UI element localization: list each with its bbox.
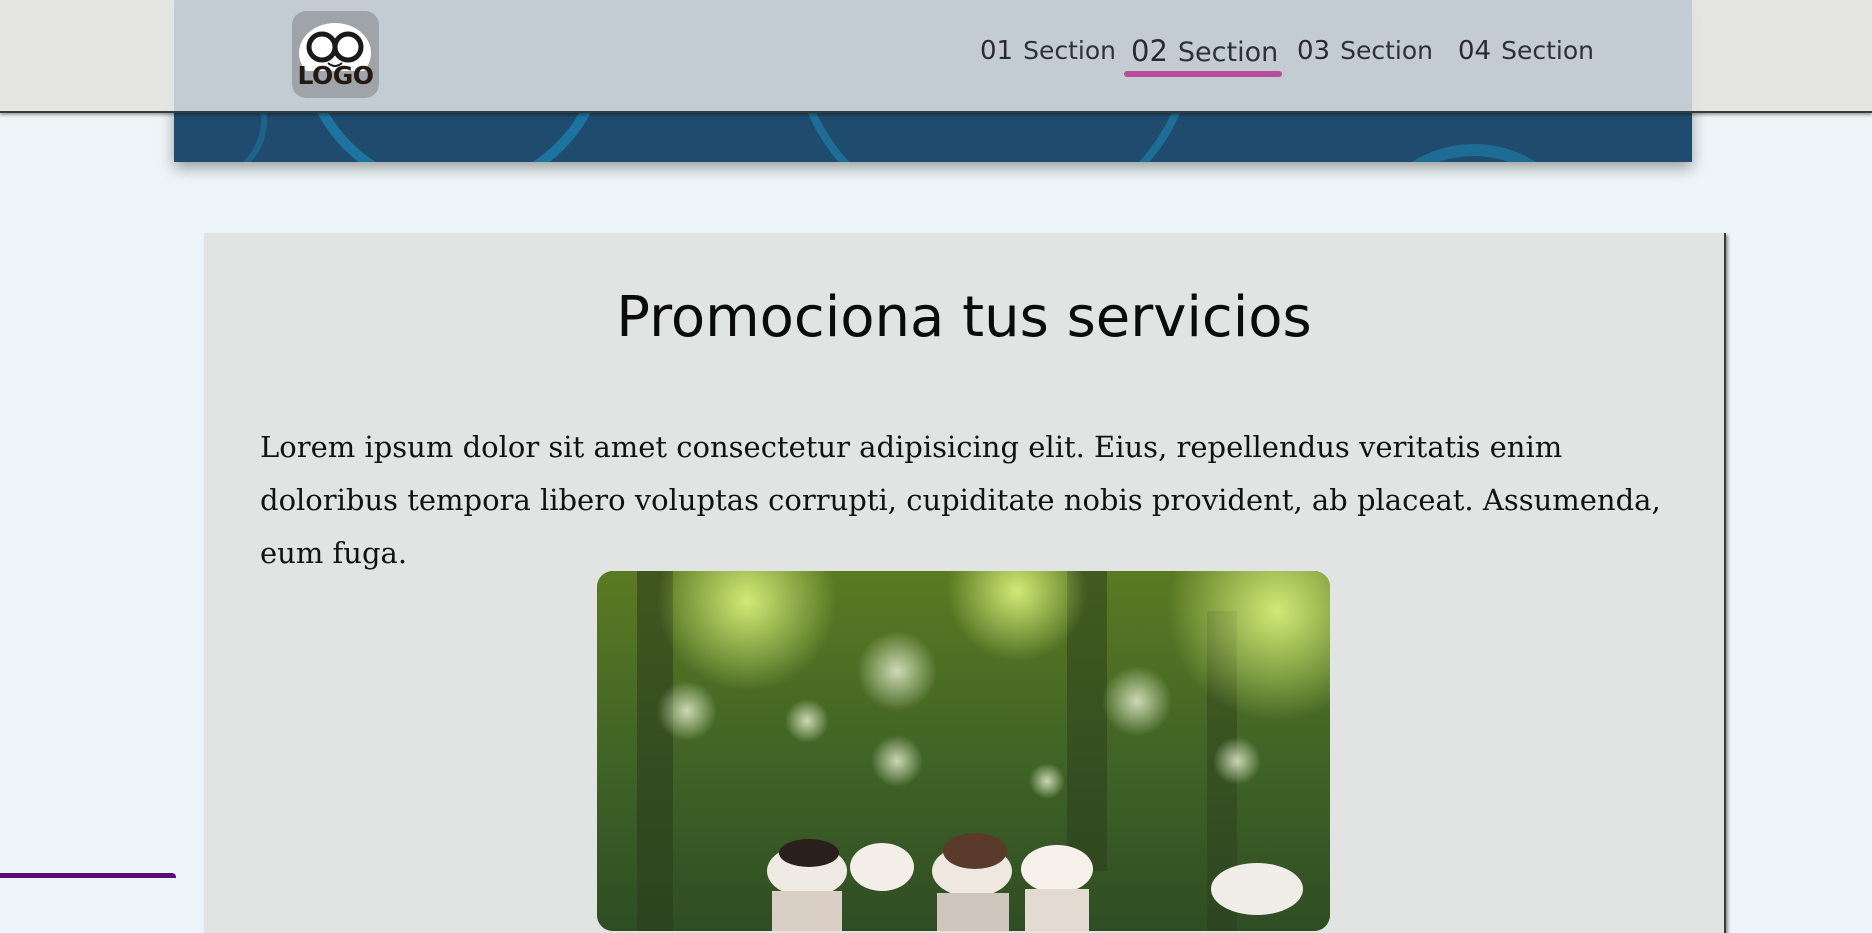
section-title: Promociona tus servicios [616, 285, 1312, 350]
site-header: LOGO 01 Section 02 Section 03 Section 04 Sec… [0, 0, 1872, 113]
nav-item-04[interactable]: 04 Section [1458, 36, 1594, 66]
cupcakes-image [597, 571, 1330, 931]
nav-item-03[interactable]: 03 Section [1297, 36, 1433, 66]
active-nav-underline [1124, 71, 1282, 77]
nav-label: Section [1023, 36, 1116, 65]
nav-label: Section [1177, 37, 1279, 68]
promo-card: Promociona tus servicios Lorem ipsum dol… [204, 233, 1726, 933]
nav-number: 04 [1458, 36, 1492, 66]
site-logo[interactable]: LOGO [292, 11, 379, 98]
nav-number: 01 [980, 36, 1014, 66]
nav-item-01[interactable]: 01 Section [980, 36, 1116, 66]
nav-number: 02 [1131, 34, 1168, 68]
section-paragraph: Lorem ipsum dolor sit amet consectetur a… [260, 430, 1661, 570]
logo-text: LOGO [297, 61, 374, 90]
corner-tab[interactable] [0, 873, 176, 878]
nav-label: Section [1501, 36, 1594, 65]
nav-item-02[interactable]: 02 Section [1131, 34, 1278, 68]
nav-number: 03 [1297, 36, 1331, 66]
nav-label: Section [1340, 36, 1433, 65]
cupcakes-photo [597, 571, 1330, 931]
